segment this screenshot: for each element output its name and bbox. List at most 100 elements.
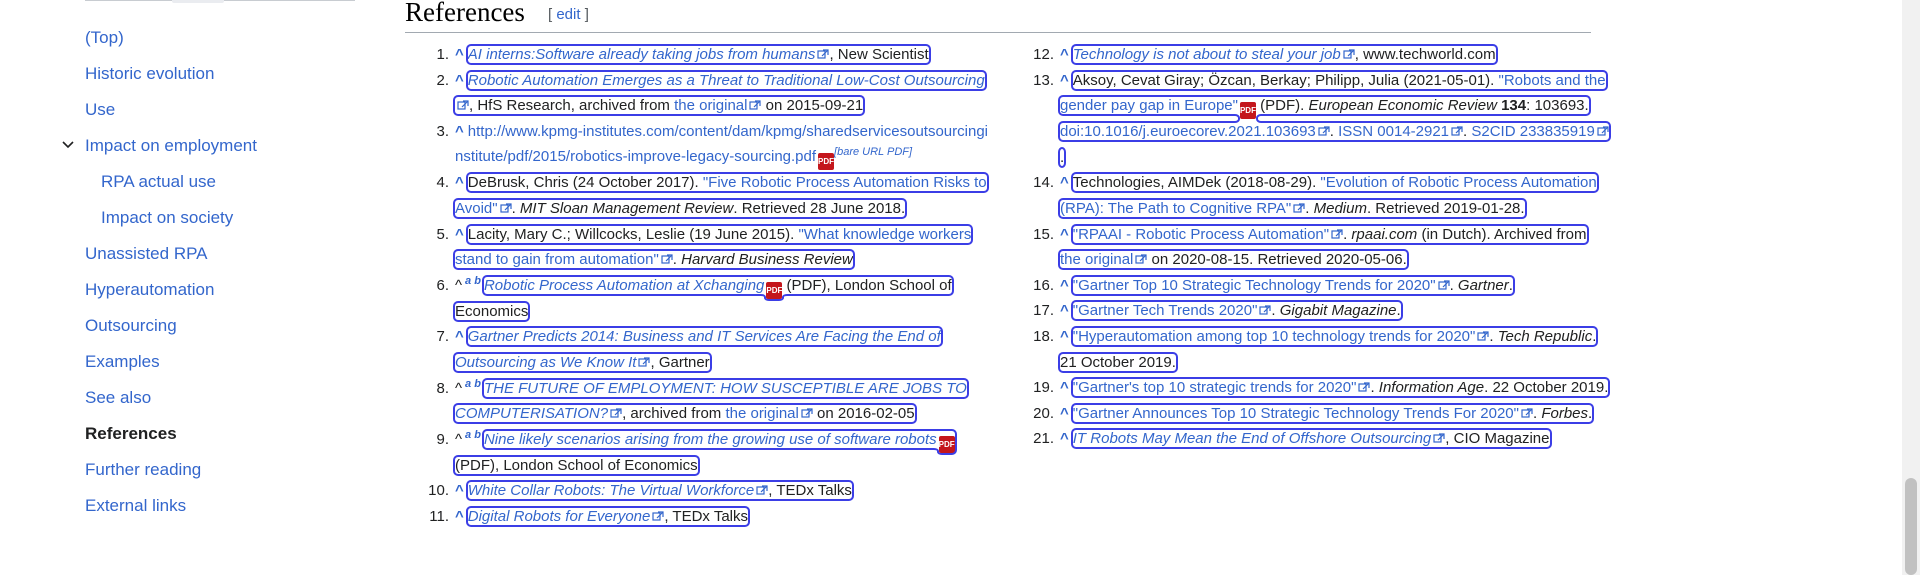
toc-item-hyperautomation[interactable]: Hyperautomation bbox=[85, 280, 214, 300]
toc-item-unassisted-rpa[interactable]: Unassisted RPA bbox=[85, 244, 208, 264]
citation-link[interactable]: Nine likely scenarios arising from the g… bbox=[484, 431, 937, 448]
external-link-icon bbox=[1343, 49, 1355, 59]
pdf-icon: PDF bbox=[938, 435, 955, 453]
backlink-letters[interactable]: a b bbox=[465, 378, 481, 390]
reference-5: 5. ^ Lacity, Mary C.; Willcocks, Leslie (… bbox=[436, 223, 974, 271]
citation-box: AI interns:Software already taking jobs … bbox=[465, 44, 931, 65]
citation-link[interactable]: IT Robots May Mean the End of Offshore O… bbox=[1073, 430, 1432, 447]
citation-box: DeBrusk, Chris (24 October 2017). "Five … bbox=[453, 172, 989, 219]
citation-link[interactable]: White Collar Robots: The Virtual Workfor… bbox=[468, 482, 755, 499]
external-link-icon bbox=[1135, 254, 1147, 264]
backlink-caret[interactable]: ^ bbox=[1060, 405, 1069, 422]
bare-url-link[interactable]: http://www.kpmg-institutes.com/content/d… bbox=[455, 123, 988, 166]
backlink-caret[interactable]: ^ bbox=[1060, 430, 1069, 447]
reference-20: 20. ^ "Gartner Announces Top 10 Strategic… bbox=[1033, 402, 1595, 424]
page-scrollbar[interactable] bbox=[1902, 0, 1920, 575]
toc-item-impact-on-society[interactable]: Impact on society bbox=[101, 208, 233, 228]
edit-section: [ edit ] bbox=[548, 6, 589, 23]
doi-link[interactable]: doi:10.1016/j.euroecorev.2021.103693 bbox=[1060, 123, 1316, 140]
reference-18: 18. ^ "Hyperautomation among top 10 techn… bbox=[1033, 325, 1599, 373]
toc-item-use[interactable]: Use bbox=[85, 100, 115, 120]
issn-link[interactable]: ISSN 0014-2921 bbox=[1338, 123, 1449, 140]
backlink-caret[interactable]: ^ bbox=[1060, 72, 1069, 89]
toc-item-examples[interactable]: Examples bbox=[85, 352, 160, 372]
citation-box: Technology is not about to steal your jo… bbox=[1070, 44, 1498, 65]
citation-box: "Gartner Tech Trends 2020". Gigabit Maga… bbox=[1070, 300, 1403, 322]
external-link-icon bbox=[1259, 305, 1272, 315]
archive-link[interactable]: the original bbox=[674, 97, 747, 114]
backlink-caret[interactable]: ^ bbox=[1060, 174, 1069, 191]
citation-link[interactable]: AI interns:Software already taking jobs … bbox=[468, 46, 816, 63]
citation-box: Robotic Process Automation at Xchanging P… bbox=[453, 274, 954, 322]
reference-8: 8. ^ a b THE FUTURE OF EMPLOYMENT: HOW SUS… bbox=[436, 377, 969, 425]
external-link-icon bbox=[499, 203, 512, 213]
external-link-icon bbox=[610, 408, 622, 418]
backlink-caret[interactable]: ^ bbox=[455, 482, 464, 499]
table-of-contents: (Top) Historic evolution Use Impact on e… bbox=[0, 0, 380, 575]
backlink-caret[interactable]: ^ bbox=[1060, 277, 1069, 294]
backlink-caret[interactable]: ^ bbox=[1060, 46, 1069, 63]
backlink-caret[interactable]: ^ bbox=[455, 123, 464, 140]
citation-link[interactable]: "RPAAI - Robotic Process Automation" bbox=[1073, 226, 1329, 243]
toc-item-external-links[interactable]: External links bbox=[85, 496, 186, 516]
citation-link[interactable]: "Gartner's top 10 strategic trends for 2… bbox=[1073, 379, 1357, 396]
backlink-caret[interactable]: ^ bbox=[455, 174, 464, 191]
citation-link[interactable]: "Gartner Top 10 Strategic Technology Tre… bbox=[1073, 277, 1436, 294]
archive-link[interactable]: the original bbox=[1060, 251, 1133, 268]
reference-9: 9. ^ a b Nine likely scenarios arising fro… bbox=[436, 428, 957, 476]
backlink-caret[interactable]: ^ bbox=[455, 328, 464, 345]
citation-box: THE FUTURE OF EMPLOYMENT: HOW SUSCEPTIBL… bbox=[453, 377, 969, 425]
chevron-down-icon[interactable] bbox=[62, 139, 74, 151]
citation-link[interactable]: Robotic Automation Emerges as a Threat t… bbox=[468, 72, 985, 89]
reference-17: 17. ^ "Gartner Tech Trends 2020". Gigabit… bbox=[1033, 300, 1403, 322]
toc-collapse-handle[interactable] bbox=[172, 0, 224, 3]
backlink-caret[interactable]: ^ bbox=[455, 72, 464, 89]
external-link-icon bbox=[817, 49, 830, 59]
backlink-letters[interactable]: a b bbox=[465, 275, 481, 287]
citation-box: Digital Robots for Everyone, TEDx Talks bbox=[465, 505, 751, 527]
backlink-caret[interactable]: ^ bbox=[1060, 226, 1069, 243]
bare-url-note[interactable]: [bare URL PDF] bbox=[834, 146, 912, 158]
toc-item-references[interactable]: References bbox=[85, 424, 177, 444]
toc-item-rpa-actual-use[interactable]: RPA actual use bbox=[101, 172, 216, 192]
toc-item-outsourcing[interactable]: Outsourcing bbox=[85, 316, 177, 336]
backlink-caret[interactable]: ^ bbox=[1060, 328, 1069, 345]
citation-link[interactable]: "Hyperautomation among top 10 technology… bbox=[1073, 328, 1476, 345]
reference-13: 13. ^ Aksoy, Cevat Giray; Özcan, Berkay; … bbox=[1010, 68, 1611, 171]
citation-link[interactable]: Robotic Process Automation at Xchanging bbox=[484, 277, 764, 294]
backlink-caret[interactable]: ^ bbox=[455, 226, 464, 243]
s2cid-link[interactable]: S2CID 233835919 bbox=[1471, 123, 1594, 140]
external-link-icon bbox=[1318, 126, 1330, 136]
backlink-caret[interactable]: ^ bbox=[1060, 302, 1069, 319]
toc-item-top[interactable]: (Top) bbox=[85, 28, 124, 48]
reference-21: 21. ^ IT Robots May Mean the End of Offsh… bbox=[1033, 428, 1552, 450]
toc-item-impact-on-employment[interactable]: Impact on employment bbox=[85, 136, 257, 156]
reference-7: 7. ^ Gartner Predicts 2014: Business and … bbox=[436, 326, 943, 373]
toc-item-see-also[interactable]: See also bbox=[85, 388, 151, 408]
section-title: References bbox=[405, 0, 525, 27]
citation-link[interactable]: Technology is not about to steal your jo… bbox=[1073, 46, 1341, 63]
external-link-icon bbox=[457, 100, 469, 110]
archive-link[interactable]: the original bbox=[725, 405, 798, 422]
citation-link[interactable]: Digital Robots for Everyone bbox=[468, 508, 651, 525]
backlink-letters[interactable]: a b bbox=[465, 429, 481, 441]
references-column-right: 12. ^ Technology is not about to steal yo… bbox=[1010, 42, 1611, 452]
backlink-caret[interactable]: ^ bbox=[1060, 379, 1069, 396]
external-link-icon bbox=[1433, 433, 1445, 443]
backlink-caret[interactable]: ^ bbox=[455, 508, 464, 525]
edit-link[interactable]: edit bbox=[556, 6, 580, 23]
citation-box: "Gartner's top 10 strategic trends for 2… bbox=[1070, 377, 1611, 399]
backlink-caret[interactable]: ^ bbox=[455, 46, 464, 63]
citation-box: "Gartner Announces Top 10 Strategic Tech… bbox=[1070, 402, 1595, 424]
citation-box: Lacity, Mary C.; Willcocks, Leslie (19 J… bbox=[452, 223, 974, 271]
toc-item-further-reading[interactable]: Further reading bbox=[85, 460, 201, 480]
scrollbar-thumb[interactable] bbox=[1905, 478, 1917, 575]
reference-4: 4. ^ DeBrusk, Chris (24 October 2017). "F… bbox=[436, 172, 989, 219]
citation-box: "Gartner Top 10 Strategic Technology Tre… bbox=[1070, 274, 1515, 296]
external-link-icon bbox=[652, 511, 664, 521]
toc-item-historic-evolution[interactable]: Historic evolution bbox=[85, 64, 214, 84]
citation-link[interactable]: "Gartner Tech Trends 2020" bbox=[1073, 302, 1258, 319]
citation-link[interactable]: "Gartner Announces Top 10 Strategic Tech… bbox=[1073, 405, 1519, 422]
citation-box: Robotic Automation Emerges as a Threat t… bbox=[453, 69, 987, 117]
external-link-icon bbox=[1293, 203, 1305, 213]
